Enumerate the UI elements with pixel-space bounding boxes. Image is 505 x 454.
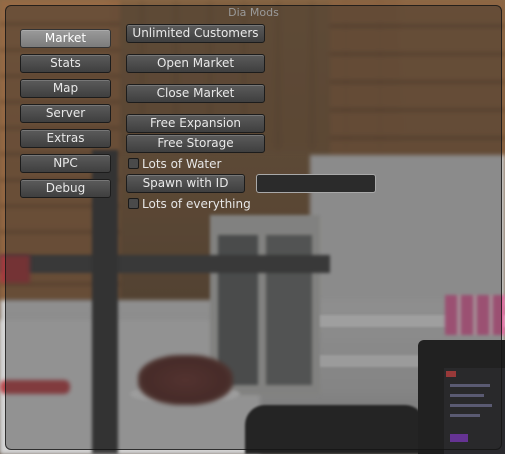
- lots-of-everything-toggle[interactable]: Lots of everything: [128, 197, 251, 211]
- open-market-button[interactable]: Open Market: [126, 54, 265, 73]
- lots-of-water-label: Lots of Water: [142, 157, 222, 171]
- sidebar-item-server[interactable]: Server: [20, 104, 111, 123]
- sidebar-item-map[interactable]: Map: [20, 79, 111, 98]
- sidebar-item-market[interactable]: Market: [20, 29, 111, 48]
- spawn-id-input[interactable]: [256, 174, 376, 193]
- lots-of-water-toggle[interactable]: Lots of Water: [128, 157, 221, 171]
- checkbox-icon: [128, 158, 139, 169]
- window-title: Dia Mods: [228, 6, 279, 19]
- checkbox-icon: [128, 198, 139, 209]
- sidebar-item-stats[interactable]: Stats: [20, 54, 111, 73]
- sidebar-item-debug[interactable]: Debug: [20, 179, 111, 198]
- unlimited-customers-button[interactable]: Unlimited Customers: [126, 24, 265, 43]
- close-market-button[interactable]: Close Market: [126, 84, 265, 103]
- spawn-with-id-button[interactable]: Spawn with ID: [126, 174, 245, 193]
- free-expansion-button[interactable]: Free Expansion: [126, 114, 265, 133]
- sidebar-item-extras[interactable]: Extras: [20, 129, 111, 148]
- free-storage-button[interactable]: Free Storage: [126, 134, 265, 153]
- lots-of-everything-label: Lots of everything: [142, 197, 251, 211]
- mod-window: Dia Mods Market Stats Map Server Extras …: [5, 5, 502, 450]
- sidebar-item-npc[interactable]: NPC: [20, 154, 111, 173]
